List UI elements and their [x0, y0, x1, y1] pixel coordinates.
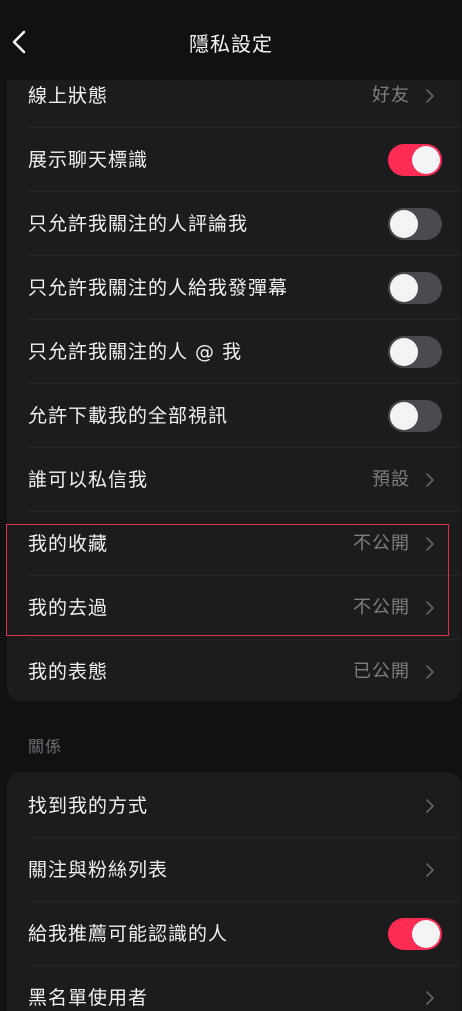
privacy-settings-card: 線上狀態 好友 展示聊天標識 只允許我關注的人評論我 只允許我關注的人給我發彈幕… — [7, 60, 461, 701]
chevron-right-icon — [426, 89, 434, 103]
row-label: 只允許我關注的人 @ 我 — [28, 341, 243, 363]
row-blocked-users[interactable]: 黑名單使用者 — [7, 966, 461, 1011]
row-label: 展示聊天標識 — [28, 149, 149, 171]
chevron-right-icon — [426, 799, 434, 813]
row-followed-only-danmaku: 只允許我關注的人給我發彈幕 — [7, 256, 461, 320]
row-following-followers-list[interactable]: 關注與粉絲列表 — [7, 838, 461, 902]
row-my-reactions[interactable]: 我的表態 已公開 — [7, 640, 461, 701]
row-value: 不公開 — [353, 533, 410, 554]
chevron-right-icon — [426, 991, 434, 1005]
row-label: 我的收藏 — [28, 533, 109, 555]
row-label: 只允許我關注的人評論我 — [28, 213, 249, 235]
row-label: 我的去過 — [28, 597, 109, 619]
row-show-chat-badge: 展示聊天標識 — [7, 128, 461, 192]
row-label: 找到我的方式 — [28, 795, 149, 817]
toggle-knob — [390, 274, 418, 302]
toggle-switch[interactable] — [388, 400, 442, 432]
section-header-relationships: 關係 — [28, 737, 63, 756]
toggle-knob — [390, 210, 418, 238]
row-label: 關注與粉絲列表 — [28, 859, 169, 881]
row-followed-only-comment: 只允許我關注的人評論我 — [7, 192, 461, 256]
toggle-switch[interactable] — [388, 144, 442, 176]
chevron-right-icon — [426, 601, 434, 615]
row-value: 已公開 — [353, 661, 410, 682]
toggle-knob — [390, 402, 418, 430]
row-label: 我的表態 — [28, 661, 109, 683]
row-followed-only-mention: 只允許我關注的人 @ 我 — [7, 320, 461, 384]
privacy-settings-screen: 隱私設定 線上狀態 好友 展示聊天標識 只允許我關注的人評論我 只允許我關注的人… — [0, 0, 462, 1011]
toggle-knob — [412, 146, 440, 174]
toggle-switch[interactable] — [388, 336, 442, 368]
row-my-favorites[interactable]: 我的收藏 不公開 — [7, 512, 461, 576]
row-how-to-find-me[interactable]: 找到我的方式 — [7, 774, 461, 838]
relationships-card: 找到我的方式 關注與粉絲列表 給我推薦可能認識的人 黑名單使用者 — [7, 772, 461, 1011]
toggle-knob — [390, 338, 418, 366]
row-places-visited[interactable]: 我的去過 不公開 — [7, 576, 461, 640]
row-label: 只允許我關注的人給我發彈幕 — [28, 277, 289, 299]
row-allow-download-videos: 允許下載我的全部視訊 — [7, 384, 461, 448]
chevron-right-icon — [426, 473, 434, 487]
row-who-can-message[interactable]: 誰可以私信我 預設 — [7, 448, 461, 512]
row-label: 誰可以私信我 — [28, 469, 149, 491]
chevron-right-icon — [426, 863, 434, 877]
toggle-switch[interactable] — [388, 918, 442, 950]
row-label: 允許下載我的全部視訊 — [28, 405, 229, 427]
navigation-bar: 隱私設定 — [0, 0, 462, 80]
row-value: 不公開 — [353, 597, 410, 618]
toggle-knob — [412, 920, 440, 948]
page-title: 隱私設定 — [189, 32, 273, 56]
toggle-switch[interactable] — [388, 272, 442, 304]
row-label: 黑名單使用者 — [28, 987, 149, 1009]
row-label: 給我推薦可能認識的人 — [28, 923, 229, 945]
chevron-right-icon — [426, 665, 434, 679]
toggle-switch[interactable] — [388, 208, 442, 240]
row-suggest-people-you-may-know: 給我推薦可能認識的人 — [7, 902, 461, 966]
row-value: 預設 — [372, 469, 410, 490]
chevron-right-icon — [426, 537, 434, 551]
